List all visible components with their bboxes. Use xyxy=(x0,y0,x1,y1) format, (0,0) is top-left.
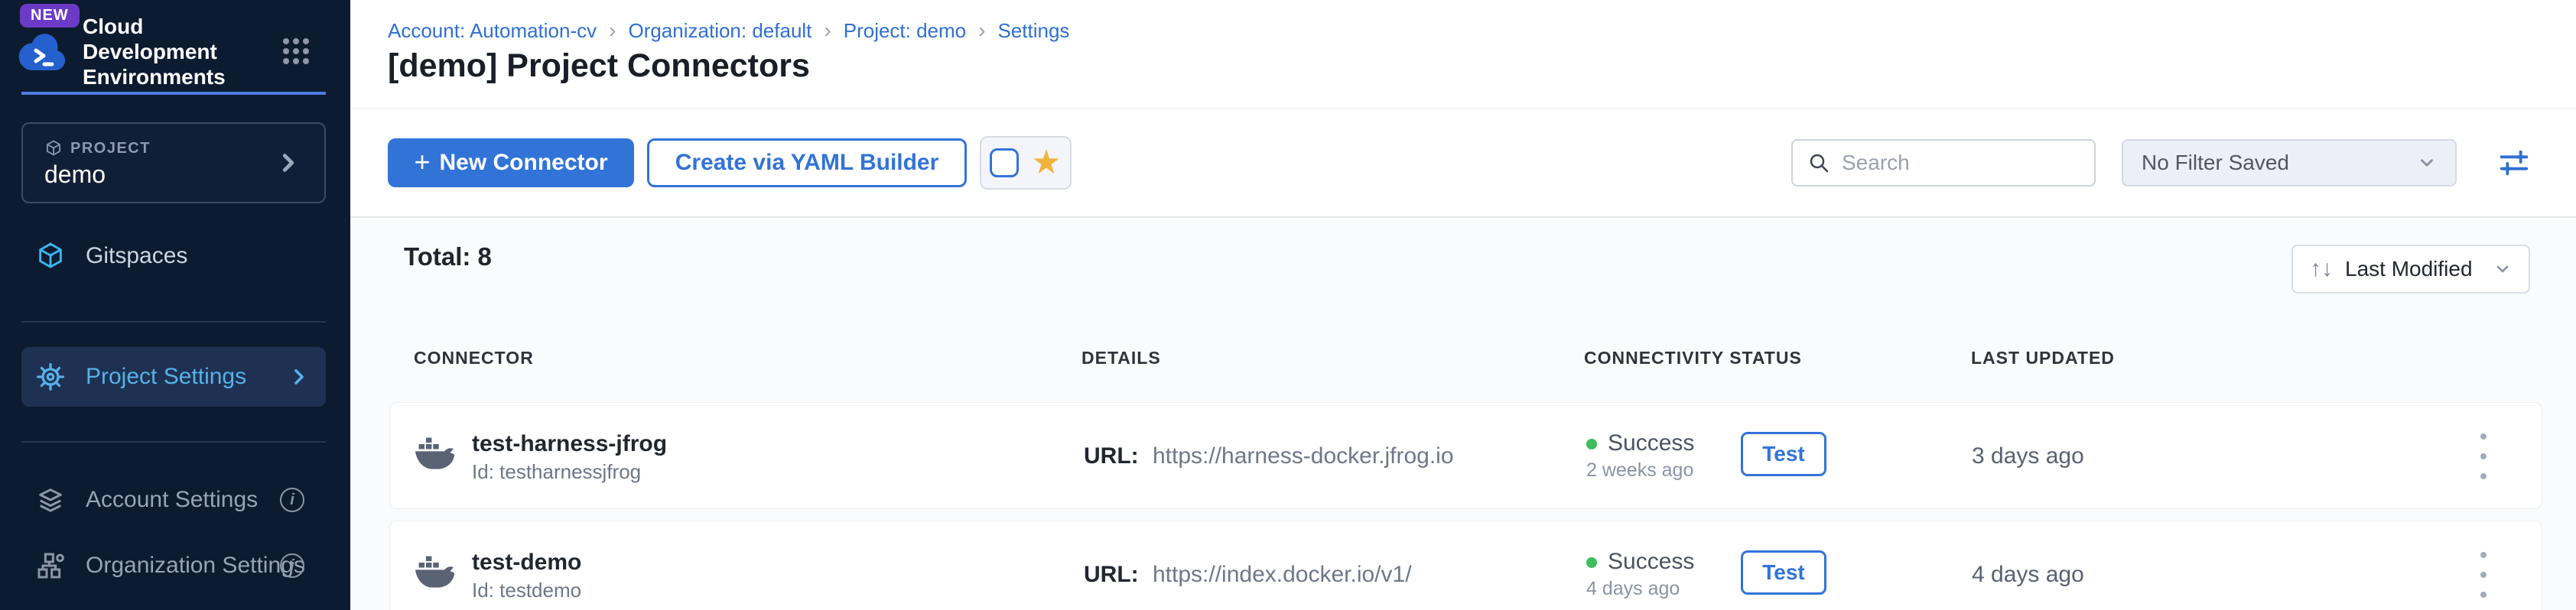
last-updated: 3 days ago xyxy=(1972,443,2084,469)
table-row[interactable]: test-harness-jfrog Id: testharnessjfrog … xyxy=(389,402,2542,509)
favorites-filter-group: ★ xyxy=(980,136,1072,190)
sidebar-divider xyxy=(21,321,326,323)
create-via-yaml-builder-button[interactable]: Create via YAML Builder xyxy=(647,138,967,187)
docker-icon xyxy=(415,435,457,475)
test-connection-button[interactable]: Test xyxy=(1741,432,1826,476)
url-value: https://harness-docker.jfrog.io xyxy=(1153,443,1454,469)
sidebar-item-label: Project Settings xyxy=(86,364,246,390)
url-label: URL: xyxy=(1084,562,1139,587)
project-label: PROJECT xyxy=(70,140,151,157)
status-text: Success xyxy=(1608,430,1694,456)
toolbar: + New Connector Create via YAML Builder … xyxy=(350,109,2576,218)
connector-id: Id: testharnessjfrog xyxy=(472,460,641,484)
breadcrumb-separator-icon: › xyxy=(609,18,616,43)
last-updated: 4 days ago xyxy=(1972,562,2084,588)
page-title: [demo] Project Connectors xyxy=(388,47,810,85)
account-layers-icon xyxy=(35,485,66,515)
sidebar-item-account-settings[interactable]: Account Settings i xyxy=(21,480,326,520)
module-grid-menu-icon[interactable] xyxy=(283,38,309,64)
sort-value: Last Modified xyxy=(2345,257,2493,281)
url-value: https://index.docker.io/v1/ xyxy=(1153,562,1412,587)
connector-id: Id: testdemo xyxy=(472,579,581,602)
sidebar-item-gitspaces[interactable]: Gitspaces xyxy=(21,226,326,286)
app-title: Cloud Development Environments xyxy=(83,14,259,89)
breadcrumb-separator-icon: › xyxy=(978,18,985,43)
project-selector[interactable]: PROJECT demo xyxy=(21,122,326,203)
row-menu-kebab-icon[interactable] xyxy=(2470,433,2497,479)
sort-arrows-icon: ↑↓ xyxy=(2310,256,2333,282)
chevron-down-icon xyxy=(2417,153,2437,173)
table-row[interactable]: test-demo Id: testdemo URL: https://inde… xyxy=(389,521,2542,610)
table-body: test-harness-jfrog Id: testharnessjfrog … xyxy=(389,402,2542,610)
breadcrumb-settings[interactable]: Settings xyxy=(997,19,1069,43)
sort-dropdown[interactable]: ↑↓ Last Modified xyxy=(2291,245,2530,294)
sidebar-item-label: Gitspaces xyxy=(86,243,187,269)
connector-url: URL: https://harness-docker.jfrog.io xyxy=(1084,443,1454,469)
url-label: URL: xyxy=(1084,443,1139,469)
table-header-row: CONNECTOR DETAILS CONNECTIVITY STATUS LA… xyxy=(389,348,2542,375)
column-header-last-updated: LAST UPDATED xyxy=(1971,348,2115,368)
sidebar-item-label: Organization Settings xyxy=(86,553,305,579)
breadcrumb: Account: Automation-cv › Organization: d… xyxy=(388,18,1069,43)
connector-name: test-harness-jfrog xyxy=(472,431,667,457)
column-header-connector: CONNECTOR xyxy=(414,348,534,368)
docker-icon xyxy=(415,553,457,593)
status-text: Success xyxy=(1608,549,1694,575)
breadcrumb-project[interactable]: Project: demo xyxy=(844,19,966,43)
status-dot xyxy=(1586,439,1597,449)
sidebar-divider xyxy=(21,441,326,443)
page-header: Account: Automation-cv › Organization: d… xyxy=(350,0,2576,109)
saved-filter-value: No Filter Saved xyxy=(2142,151,2289,175)
search-box xyxy=(1791,139,2096,187)
status-time: 2 weeks ago xyxy=(1586,459,1693,482)
saved-filter-dropdown[interactable]: No Filter Saved xyxy=(2122,139,2457,187)
search-input[interactable] xyxy=(1842,151,2080,175)
project-name: demo xyxy=(44,161,106,189)
cloud-dev-environments-logo-icon xyxy=(18,31,67,72)
logo-underline xyxy=(21,92,326,95)
search-icon xyxy=(1807,151,1831,175)
info-icon[interactable]: i xyxy=(280,488,304,512)
gitspaces-cube-icon xyxy=(35,241,66,271)
info-icon[interactable]: i xyxy=(280,553,304,578)
chevron-down-icon xyxy=(2493,260,2512,278)
status-time: 4 days ago xyxy=(1586,578,1680,600)
status-dot xyxy=(1586,557,1597,568)
connectors-list-area: Total: 8 ↑↓ Last Modified CONNECTOR DETA… xyxy=(350,219,2576,610)
sidebar: NEW Cloud Development Environments PROJE… xyxy=(0,0,350,610)
total-count: Total: 8 xyxy=(404,242,492,271)
chevron-right-icon xyxy=(289,367,309,387)
column-header-details: DETAILS xyxy=(1081,348,1161,368)
test-connection-button[interactable]: Test xyxy=(1741,550,1826,595)
row-menu-kebab-icon[interactable] xyxy=(2470,552,2497,598)
connector-name: test-demo xyxy=(472,550,581,576)
organization-tree-icon xyxy=(35,550,66,581)
sidebar-item-label: Account Settings xyxy=(86,487,258,513)
plus-icon: + xyxy=(414,146,430,178)
main-content: Account: Automation-cv › Organization: d… xyxy=(350,0,2576,610)
project-cube-icon xyxy=(44,139,63,157)
connector-url: URL: https://index.docker.io/v1/ xyxy=(1084,562,1412,588)
new-connector-button[interactable]: + New Connector xyxy=(388,138,634,187)
chevron-right-icon xyxy=(277,151,300,174)
favorites-checkbox[interactable] xyxy=(990,148,1019,177)
gear-icon xyxy=(35,362,66,392)
new-badge: NEW xyxy=(20,4,80,28)
sidebar-item-project-settings[interactable]: Project Settings xyxy=(21,347,326,407)
star-icon[interactable]: ★ xyxy=(1031,146,1061,180)
filter-settings-icon[interactable] xyxy=(2496,145,2532,180)
breadcrumb-organization[interactable]: Organization: default xyxy=(628,19,812,43)
column-header-connectivity-status: CONNECTIVITY STATUS xyxy=(1584,348,1802,368)
sidebar-item-organization-settings[interactable]: Organization Settings i xyxy=(21,546,326,586)
breadcrumb-separator-icon: › xyxy=(824,18,831,43)
breadcrumb-account[interactable]: Account: Automation-cv xyxy=(388,19,597,43)
